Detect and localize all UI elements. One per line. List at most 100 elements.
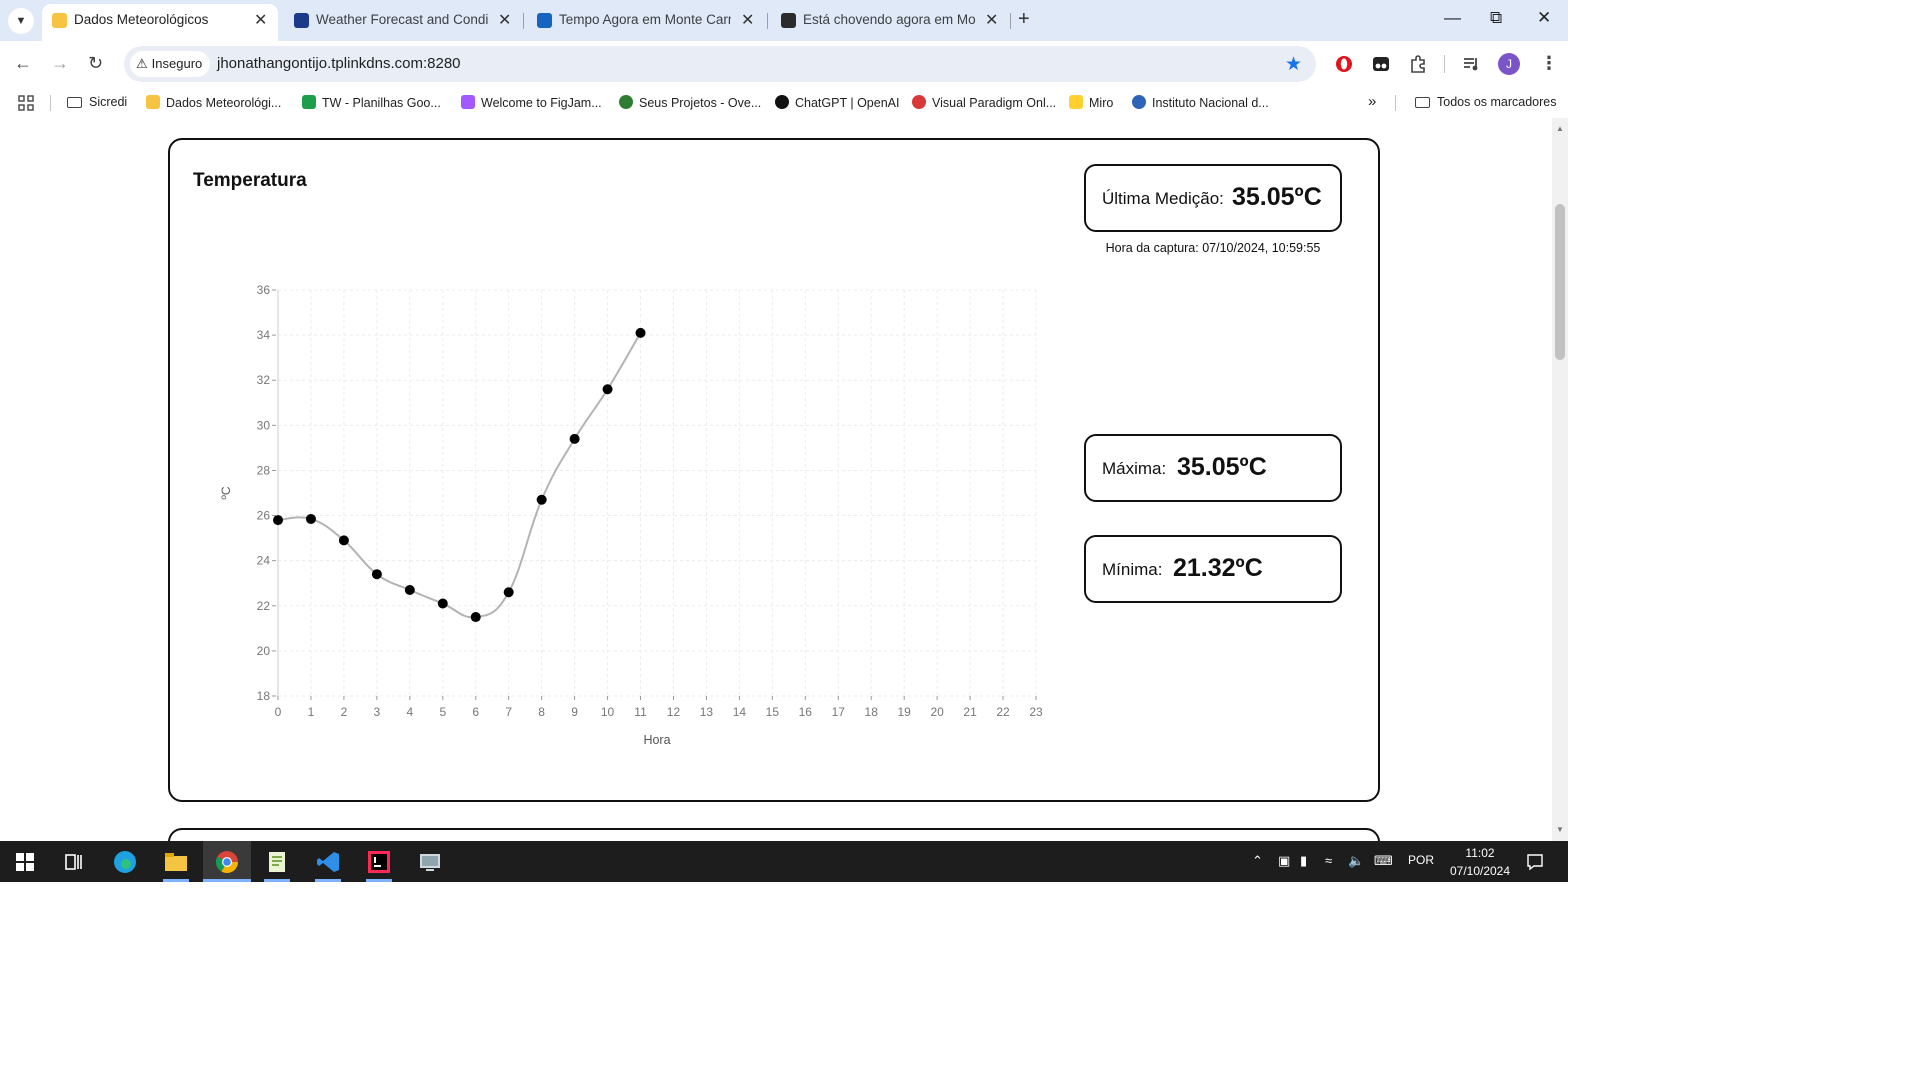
- language-indicator[interactable]: POR: [1408, 853, 1434, 867]
- tab-title: Dados Meteorológicos: [74, 12, 209, 27]
- forward-arrow-icon[interactable]: →: [51, 53, 69, 74]
- extensions-puzzle-icon[interactable]: [1408, 54, 1428, 74]
- x-tick-label: 10: [601, 705, 615, 719]
- tab-title: Weather Forecast and Condition: [316, 12, 488, 27]
- tab-dados-meteorologicos[interactable]: Dados Meteorológicos ✕: [42, 4, 278, 41]
- opera-extension-icon[interactable]: [1334, 54, 1354, 74]
- page-scrollbar[interactable]: ▲ ▼: [1552, 118, 1568, 841]
- temperature-data-point: [536, 494, 547, 505]
- taskbar-underline: [264, 879, 290, 882]
- bookmark-tw-planilhas[interactable]: TW - Planilhas Goo...: [302, 95, 441, 110]
- bookmark-dados-meteorologicos[interactable]: Dados Meteorológi...: [146, 95, 281, 110]
- close-icon[interactable]: ✕: [254, 10, 267, 30]
- scroll-down-icon[interactable]: ▼: [1556, 825, 1564, 834]
- sheets-favicon-icon: [302, 95, 316, 109]
- volume-icon[interactable]: 🔈: [1348, 853, 1364, 869]
- new-tab-plus-icon[interactable]: +: [1018, 8, 1030, 31]
- x-tick-label: 11: [634, 705, 647, 719]
- back-arrow-icon[interactable]: ←: [14, 53, 32, 74]
- tab-esta-chovendo[interactable]: Está chovendo agora em Monte ✕: [771, 0, 1007, 41]
- camera-icon[interactable]: ▣: [1278, 853, 1290, 869]
- tab-weather-forecast[interactable]: Weather Forecast and Condition ✕: [284, 0, 520, 41]
- tab-tempo-agora[interactable]: Tempo Agora em Monte Carme ✕: [527, 0, 763, 41]
- kebab-menu-icon[interactable]: ⋮: [1540, 53, 1558, 74]
- apps-grid-icon[interactable]: [18, 95, 34, 111]
- x-tick-label: 13: [700, 705, 714, 719]
- edge-browser-icon[interactable]: [112, 849, 138, 875]
- weather-channel-favicon-icon: [294, 13, 309, 28]
- temperature-data-point: [602, 384, 613, 395]
- card-title: Temperatura: [193, 170, 307, 191]
- tab-divider: [1010, 13, 1011, 29]
- max-value: 35.05ºC: [1177, 453, 1267, 481]
- x-tick-label: 21: [963, 705, 977, 719]
- chrome-icon[interactable]: [214, 849, 240, 875]
- bookmark-all-bookmarks[interactable]: Todos os marcadores: [1415, 95, 1557, 109]
- close-icon[interactable]: ✕: [741, 10, 754, 30]
- x-tick-label: 8: [538, 705, 545, 719]
- bookmark-star-icon[interactable]: ★: [1285, 53, 1302, 76]
- windows-taskbar: ⌃ ▣ ▮ ≈ 🔈 ⌨ POR 11:02 07/10/2024: [0, 841, 1568, 882]
- minimize-icon[interactable]: —: [1444, 8, 1461, 28]
- address-bar[interactable]: ⚠ Inseguro jhonathangontijo.tplinkdns.com…: [124, 46, 1316, 82]
- bookmark-instituto-nacional[interactable]: Instituto Nacional d...: [1132, 95, 1269, 110]
- task-view-icon[interactable]: [61, 849, 87, 875]
- more-bookmarks-chevron-icon[interactable]: »: [1368, 93, 1376, 110]
- bookmark-miro[interactable]: Miro: [1069, 95, 1113, 110]
- x-axis-label: Hora: [643, 733, 670, 747]
- close-icon[interactable]: ✕: [498, 10, 511, 30]
- scrollbar-thumb[interactable]: [1555, 204, 1565, 360]
- keyboard-icon[interactable]: ⌨: [1374, 853, 1393, 869]
- tab-divider: [523, 13, 524, 29]
- x-tick-label: 18: [865, 705, 879, 719]
- last-reading-value: 35.05ºC: [1232, 183, 1322, 211]
- tray-chevron-up-icon[interactable]: ⌃: [1252, 853, 1263, 869]
- bookmark-sicredi[interactable]: Sicredi: [67, 95, 127, 109]
- remote-desktop-icon[interactable]: [417, 849, 443, 875]
- notifications-icon[interactable]: [1526, 853, 1544, 871]
- temperature-data-point: [305, 513, 316, 524]
- bookmark-label: Instituto Nacional d...: [1152, 96, 1269, 110]
- incognito-extension-icon[interactable]: [1371, 54, 1391, 74]
- y-tick-label: 22: [257, 599, 271, 613]
- wifi-icon[interactable]: ≈: [1325, 853, 1332, 868]
- bookmark-seus-projetos[interactable]: Seus Projetos - Ove...: [619, 95, 761, 110]
- x-tick-label: 12: [667, 705, 681, 719]
- tab-divider: [767, 13, 768, 29]
- temperature-card: Temperatura 18 20 22 24 26 28 30 32 34 36 0 1 2 3 4 5 6 7…: [168, 138, 1380, 802]
- file-explorer-icon[interactable]: [163, 849, 189, 875]
- url-text[interactable]: jhonathangontijo.tplinkdns.com:8280: [217, 55, 461, 72]
- tempo-agora-favicon-icon: [781, 13, 796, 28]
- bookmark-figjam[interactable]: Welcome to FigJam...: [461, 95, 602, 110]
- x-tick-label: 0: [275, 705, 282, 719]
- security-chip[interactable]: ⚠ Inseguro: [130, 51, 211, 77]
- visual-paradigm-favicon-icon: [912, 95, 926, 109]
- windows-start-icon[interactable]: [16, 853, 34, 871]
- vscode-icon[interactable]: [315, 849, 341, 875]
- scroll-up-icon[interactable]: ▲: [1556, 124, 1564, 133]
- bookmark-label: Sicredi: [89, 95, 128, 109]
- weather-favicon-icon: [146, 95, 160, 109]
- reload-icon[interactable]: ↻: [88, 53, 103, 74]
- project-favicon-icon: [619, 95, 633, 109]
- bookmark-label: TW - Planilhas Goo...: [322, 96, 441, 110]
- max-box: Máxima: 35.05ºC: [1084, 434, 1342, 502]
- close-icon[interactable]: ✕: [985, 10, 998, 30]
- tab-title: Está chovendo agora em Monte: [803, 12, 975, 27]
- close-window-icon[interactable]: ✕: [1537, 8, 1551, 28]
- battery-icon[interactable]: ▮: [1300, 853, 1307, 869]
- intellij-icon[interactable]: [366, 849, 392, 875]
- system-clock[interactable]: 11:02 07/10/2024: [1440, 844, 1520, 880]
- restore-icon[interactable]: ⧉: [1490, 8, 1502, 28]
- x-tick-label: 23: [1029, 705, 1043, 719]
- bookmark-label: Visual Paradigm Onl...: [932, 96, 1057, 110]
- temperature-data-point: [371, 569, 382, 580]
- bookmark-visual-paradigm[interactable]: Visual Paradigm Onl...: [912, 95, 1056, 110]
- profile-avatar[interactable]: J: [1498, 53, 1520, 75]
- media-controls-icon[interactable]: [1461, 54, 1481, 74]
- clima-favicon-icon: [537, 13, 552, 28]
- tab-search-button[interactable]: ▼: [8, 8, 34, 34]
- x-tick-label: 4: [406, 705, 413, 719]
- notepad-plus-icon[interactable]: [264, 849, 290, 875]
- bookmark-chatgpt[interactable]: ChatGPT | OpenAI: [775, 95, 899, 110]
